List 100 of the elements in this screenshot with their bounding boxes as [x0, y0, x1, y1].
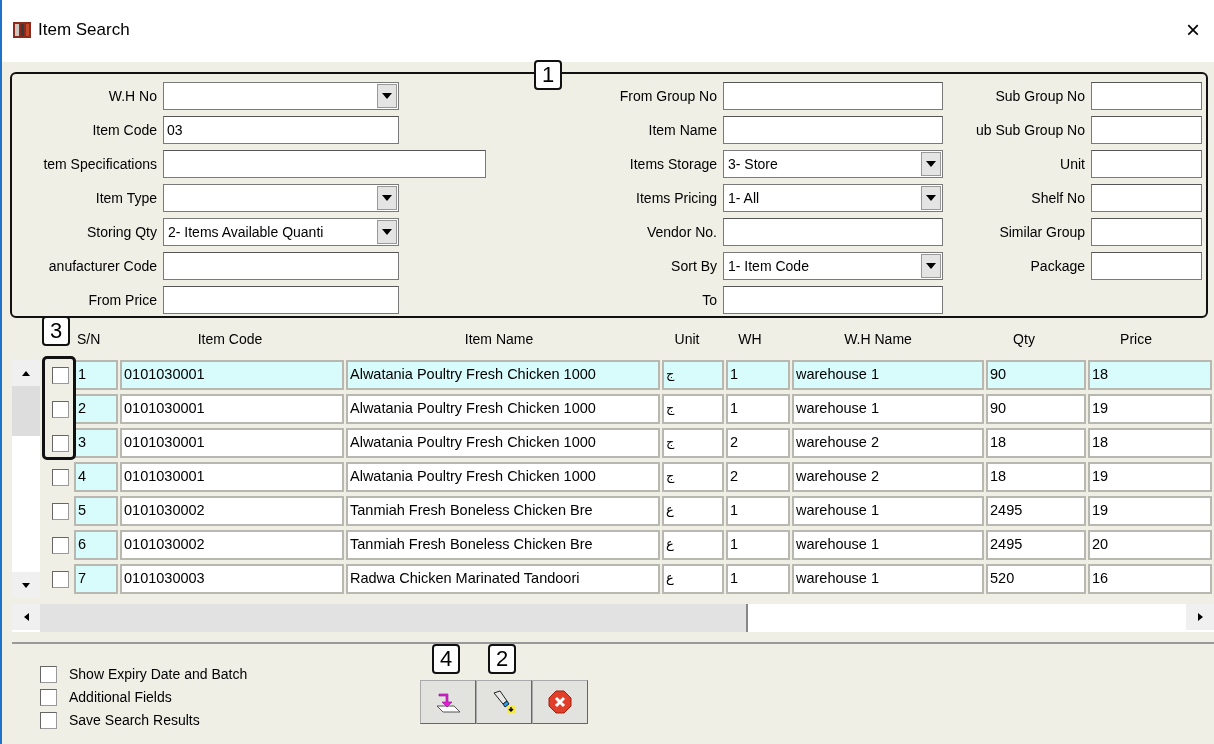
field-label: anufacturer Code: [47, 257, 157, 274]
row-checkbox[interactable]: [51, 400, 69, 418]
search-button[interactable]: [476, 680, 532, 724]
close-button[interactable]: [532, 680, 588, 724]
table-cell: 0101030001: [120, 360, 344, 390]
table-cell: 2495: [986, 496, 1086, 526]
close-button[interactable]: ×: [1186, 20, 1200, 40]
table-cell: Tanmiah Fresh Boneless Chicken Bre: [346, 530, 660, 560]
table-cell: ج: [662, 428, 724, 458]
table-cell: 19: [1088, 462, 1212, 492]
table-cell: 1: [74, 360, 118, 390]
table-cell: warehouse 1: [792, 394, 984, 424]
table-cell: 0101030002: [120, 496, 344, 526]
row-checkbox[interactable]: [51, 502, 69, 520]
dropdown-field[interactable]: 1- Item Code: [723, 251, 943, 280]
table-cell: Alwatania Poultry Fresh Chicken 1000: [346, 462, 660, 492]
input-field[interactable]: [723, 115, 943, 144]
arrow-down-icon: [22, 582, 30, 588]
table-cell: 20: [1088, 530, 1212, 560]
checkbox[interactable]: [40, 711, 57, 729]
field-label: ub Sub Group No: [975, 121, 1085, 138]
column-header: Unit: [673, 331, 701, 347]
table-cell: 0101030001: [120, 462, 344, 492]
column-header: Qty: [1012, 331, 1036, 347]
input-field[interactable]: [163, 149, 486, 178]
table-cell: 1: [726, 394, 790, 424]
table-cell: ع: [662, 496, 724, 526]
input-field[interactable]: [723, 285, 943, 314]
column-header: Item Name: [463, 331, 535, 347]
dropdown-field[interactable]: [163, 183, 399, 212]
table-cell: 520: [986, 564, 1086, 594]
table-cell: 6: [74, 530, 118, 560]
input-field[interactable]: [163, 251, 399, 280]
field-label: Item Type: [94, 189, 157, 206]
input-field[interactable]: [1091, 115, 1202, 144]
table-cell: warehouse 2: [792, 462, 984, 492]
column-header: WH: [737, 331, 763, 347]
callout-label: 4: [432, 644, 460, 674]
stop-icon: [548, 690, 572, 714]
arrow-right-icon: [1197, 613, 1203, 621]
table-cell: 1: [726, 564, 790, 594]
table-cell: 7: [74, 564, 118, 594]
dropdown-field[interactable]: 1- All: [723, 183, 943, 212]
table-cell: ج: [662, 462, 724, 492]
checkbox-label: Show Expiry Date and Batch: [69, 666, 248, 682]
table-cell: 0101030003: [120, 564, 344, 594]
checkbox-label: Additional Fields: [69, 689, 172, 705]
field-label: W.H No: [107, 87, 157, 104]
table-cell: 2495: [986, 530, 1086, 560]
checkbox[interactable]: [40, 688, 57, 706]
table-cell: 18: [1088, 360, 1212, 390]
field-label: Item Code: [91, 121, 157, 138]
input-field[interactable]: [1091, 149, 1202, 178]
table-cell: 2: [74, 394, 118, 424]
column-header: Price: [1119, 331, 1153, 347]
scrollbar-thumb[interactable]: [40, 604, 748, 632]
table-cell: 18: [986, 428, 1086, 458]
table-cell: 1: [726, 496, 790, 526]
input-field[interactable]: [163, 285, 399, 314]
table-cell: warehouse 1: [792, 360, 984, 390]
dropdown-field[interactable]: [163, 81, 399, 110]
arrow-left-icon: [23, 613, 29, 621]
scroll-left-button[interactable]: [12, 604, 40, 630]
scrollbar-thumb[interactable]: [12, 386, 40, 436]
field-label: From Price: [87, 291, 157, 308]
table-cell: 2: [726, 428, 790, 458]
table-cell: 0101030001: [120, 428, 344, 458]
dropdown-field[interactable]: 2- Items Available Quanti: [163, 217, 399, 246]
row-checkbox[interactable]: [51, 366, 69, 384]
table-cell: Alwatania Poultry Fresh Chicken 1000: [346, 394, 660, 424]
input-field[interactable]: [723, 81, 943, 110]
row-checkbox[interactable]: [51, 468, 69, 486]
input-field[interactable]: [1091, 81, 1202, 110]
table-cell: warehouse 1: [792, 496, 984, 526]
field-label: To: [701, 291, 717, 308]
scroll-down-button[interactable]: [12, 572, 40, 598]
scroll-up-button[interactable]: [12, 360, 40, 386]
dropdown-field[interactable]: 3- Store: [723, 149, 943, 178]
table-cell: ج: [662, 394, 724, 424]
input-field[interactable]: [723, 217, 943, 246]
scroll-right-button[interactable]: [1186, 604, 1214, 630]
checkbox[interactable]: [40, 665, 57, 683]
row-checkbox[interactable]: [51, 536, 69, 554]
input-field[interactable]: [1091, 251, 1202, 280]
import-button[interactable]: [420, 680, 476, 724]
input-field[interactable]: [1091, 217, 1202, 246]
table-cell: warehouse 1: [792, 564, 984, 594]
table-cell: 2: [726, 462, 790, 492]
input-field[interactable]: 03: [163, 115, 399, 144]
table-cell: 90: [986, 360, 1086, 390]
input-field[interactable]: [1091, 183, 1202, 212]
field-label: Storing Qty: [85, 223, 157, 240]
row-checkbox[interactable]: [51, 434, 69, 452]
table-cell: 0101030002: [120, 530, 344, 560]
table-cell: 19: [1088, 496, 1212, 526]
table-cell: warehouse 2: [792, 428, 984, 458]
row-checkbox[interactable]: [51, 570, 69, 588]
callout-label: 1: [534, 60, 562, 90]
checkbox-label: Save Search Results: [69, 712, 200, 728]
window-title: Item Search: [38, 20, 130, 40]
